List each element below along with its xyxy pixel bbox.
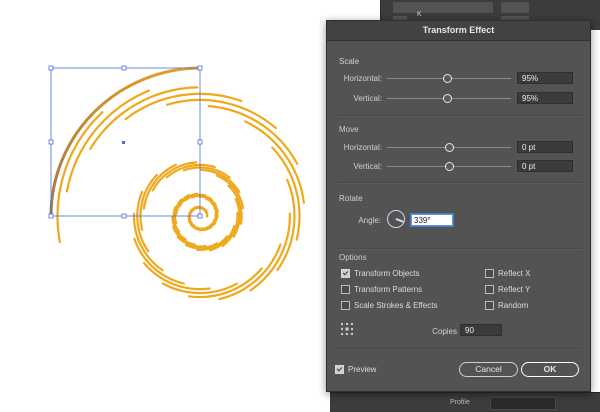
rotate-heading: Rotate	[339, 194, 363, 203]
preview-label: Preview	[348, 365, 377, 374]
scale-horizontal-field[interactable]: 95%	[517, 72, 573, 84]
transform-effect-dialog: Transform Effect Scale Horizontal: 95% V…	[326, 20, 591, 392]
section-divider	[337, 115, 580, 117]
panel-row-label: K	[417, 11, 422, 18]
reflect-y-checkbox[interactable]: Reflect Y	[485, 285, 530, 294]
angle-dial[interactable]	[387, 210, 405, 228]
dialog-title[interactable]: Transform Effect	[327, 21, 590, 41]
random-label: Random	[498, 301, 529, 310]
preview-checkbox[interactable]: Preview	[335, 365, 376, 374]
reflect-x-label: Reflect X	[498, 269, 531, 278]
move-horizontal-label: Horizontal:	[343, 143, 382, 152]
section-divider	[337, 182, 580, 184]
profile-field[interactable]	[490, 397, 556, 410]
scale-strokes-label: Scale Strokes & Effects	[354, 301, 438, 310]
move-vertical-label: Vertical:	[353, 162, 382, 171]
scale-horizontal-label: Horizontal:	[343, 74, 382, 83]
checkbox-box[interactable]	[341, 285, 350, 294]
spiral-copy-arc	[207, 105, 299, 165]
move-heading: Move	[339, 125, 359, 134]
background-properties-bar: Profile	[330, 392, 600, 412]
checkbox-box[interactable]	[485, 301, 494, 310]
transform-patterns-checkbox[interactable]: Transform Patterns	[341, 285, 422, 294]
scale-vertical-field[interactable]: 95%	[517, 92, 573, 104]
scale-strokes-checkbox[interactable]: Scale Strokes & Effects	[341, 301, 437, 310]
move-horizontal-field[interactable]: 0 pt	[517, 141, 573, 153]
scale-heading: Scale	[339, 57, 360, 66]
spiral-copies	[56, 86, 305, 301]
cancel-button[interactable]: Cancel	[459, 362, 518, 377]
transform-objects-label: Transform Objects	[354, 269, 420, 278]
angle-dial-hand	[395, 218, 404, 223]
checkbox-box[interactable]	[341, 301, 350, 310]
angle-field[interactable]: 339°	[411, 214, 453, 226]
transform-patterns-label: Transform Patterns	[354, 285, 423, 294]
checkbox-box[interactable]	[335, 365, 344, 374]
scale-horizontal-slider-knob[interactable]	[442, 74, 452, 83]
reflect-y-label: Reflect Y	[498, 285, 531, 294]
scale-vertical-label: Vertical:	[353, 94, 382, 103]
panel-row	[393, 2, 493, 13]
spiral-copy-arc	[124, 92, 243, 121]
reference-point-icon[interactable]	[341, 323, 353, 335]
random-checkbox[interactable]: Random	[485, 301, 528, 310]
panel-row	[501, 2, 529, 13]
copies-label: Copies	[432, 327, 457, 336]
spiral-copy-arc	[56, 111, 104, 244]
ok-button[interactable]: OK	[521, 362, 579, 377]
section-divider	[337, 348, 580, 350]
copies-field[interactable]: 90	[460, 324, 502, 336]
section-divider	[337, 248, 580, 250]
transform-objects-checkbox[interactable]: Transform Objects	[341, 269, 420, 278]
options-heading: Options	[339, 253, 367, 262]
checkbox-box[interactable]	[485, 285, 494, 294]
checkbox-box[interactable]	[485, 269, 494, 278]
profile-label: Profile	[450, 399, 470, 406]
scale-vertical-slider-knob[interactable]	[442, 94, 452, 103]
checkbox-box[interactable]	[341, 269, 350, 278]
spiral-copy-arc	[203, 209, 209, 218]
move-vertical-slider-knob[interactable]	[445, 162, 454, 171]
move-horizontal-slider-knob[interactable]	[445, 143, 454, 152]
angle-label: Angle:	[358, 216, 381, 225]
move-vertical-field[interactable]: 0 pt	[517, 160, 573, 172]
reflect-x-checkbox[interactable]: Reflect X	[485, 269, 530, 278]
